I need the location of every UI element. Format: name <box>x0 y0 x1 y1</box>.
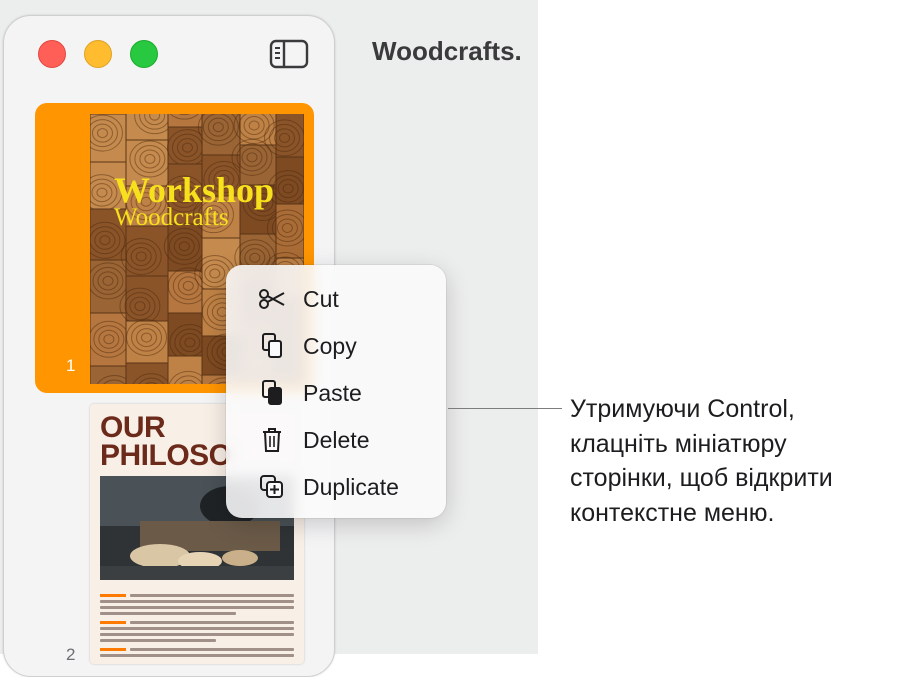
menu-item-paste-label: Paste <box>303 380 362 407</box>
menu-item-copy[interactable]: Copy <box>226 324 446 368</box>
menu-item-duplicate[interactable]: Duplicate <box>226 465 446 509</box>
callout-line-4: контекстне меню. <box>570 496 895 531</box>
callout-line-1: Утримуючи Control, <box>570 392 895 427</box>
zoom-button[interactable] <box>130 40 158 68</box>
menu-item-duplicate-label: Duplicate <box>303 474 399 501</box>
menu-item-paste[interactable]: Paste <box>226 371 446 415</box>
page2-heading: OUR PHILOSO <box>100 414 232 470</box>
callout-line-3: сторінки, щоб відкрити <box>570 461 895 496</box>
menu-item-cut[interactable]: Cut <box>226 277 446 321</box>
copy-icon <box>258 332 286 360</box>
minimize-button[interactable] <box>84 40 112 68</box>
menu-item-delete-label: Delete <box>303 427 369 454</box>
menu-item-delete[interactable]: Delete <box>226 418 446 462</box>
menu-item-copy-label: Copy <box>303 333 357 360</box>
callout-line-2: клацніть мініатюру <box>570 427 895 462</box>
page2-heading-line2: PHILOSO <box>100 442 232 470</box>
cover-title: Workshop <box>114 174 274 206</box>
callout-text: Утримуючи Control, клацніть мініатюру ст… <box>570 392 895 530</box>
page2-heading-line1: OUR <box>100 414 232 442</box>
page-number-1: 1 <box>66 356 75 376</box>
scissors-icon <box>258 285 286 313</box>
document-title: Woodcrafts. <box>372 36 538 67</box>
page2-body-text <box>100 594 294 663</box>
close-button[interactable] <box>38 40 66 68</box>
context-menu: Cut Copy Paste De <box>226 265 446 518</box>
trash-icon <box>258 426 286 454</box>
menu-item-cut-label: Cut <box>303 286 339 313</box>
page-number-2: 2 <box>66 645 75 665</box>
cover-subtitle: Woodcrafts <box>114 204 229 232</box>
paste-icon <box>258 379 286 407</box>
duplicate-icon <box>258 473 286 501</box>
callout-leader-line <box>448 408 562 409</box>
sidebar-toggle-button[interactable] <box>269 39 309 69</box>
sidebar-icon <box>269 39 309 69</box>
